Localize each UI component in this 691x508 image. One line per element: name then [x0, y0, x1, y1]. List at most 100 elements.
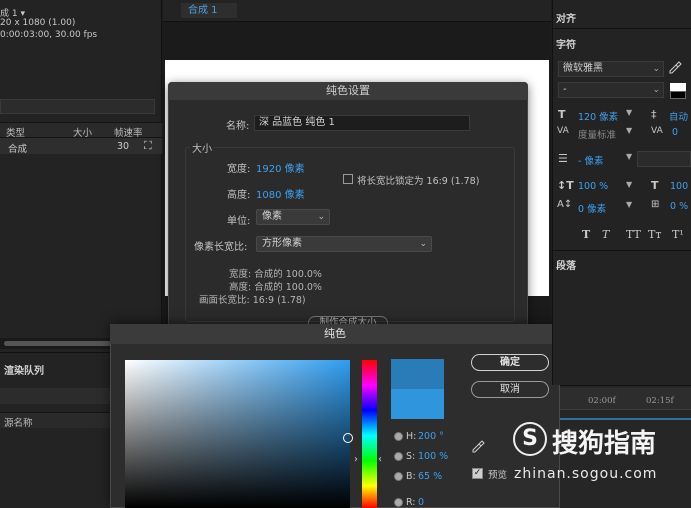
- font-size-icon: T: [558, 108, 566, 121]
- render-queue-tab[interactable]: 渲染队列: [4, 362, 44, 377]
- width-value[interactable]: 1920 像素: [256, 160, 305, 175]
- units-select[interactable]: 像素 ⌄: [256, 209, 330, 225]
- brightness-radio[interactable]: [394, 472, 403, 481]
- original-color-swatch[interactable]: [391, 389, 444, 419]
- solid-name-input[interactable]: 深 品蓝色 纯色 1: [254, 115, 470, 131]
- hue-marker-left-icon[interactable]: ›: [354, 454, 358, 465]
- column-fps[interactable]: 帧速率: [114, 125, 143, 139]
- chevron-down-icon: ⌄: [317, 212, 325, 222]
- tracking-icon: VA: [651, 126, 663, 136]
- stroke-color-swatch[interactable]: [670, 91, 686, 99]
- align-panel-header[interactable]: 对齐: [556, 10, 576, 25]
- saturation-radio[interactable]: [394, 452, 403, 461]
- leading-icon: ‡: [651, 108, 657, 121]
- preview-label: 预览: [488, 470, 508, 481]
- project-search-input[interactable]: [0, 99, 155, 114]
- lock-aspect-label: 将长宽比锁定为 16:9 (1.78): [357, 176, 480, 187]
- height-value[interactable]: 1080 像素: [256, 186, 305, 201]
- small-caps-button[interactable]: Tт: [648, 228, 661, 241]
- stroke-width-icon: ☰: [558, 152, 568, 165]
- kerning-value[interactable]: 度量标准: [578, 127, 616, 141]
- leading-value[interactable]: 自动: [669, 109, 688, 123]
- tab-comp-1[interactable]: 合成 1: [181, 3, 237, 18]
- vertical-scale-icon: ↕T: [557, 179, 574, 192]
- chevron-down-icon: ⌄: [652, 64, 660, 74]
- column-type[interactable]: 类型: [6, 125, 25, 139]
- project-column-header: 类型 大小 帧速率: [0, 122, 162, 139]
- chevron-down-icon[interactable]: ▼: [626, 180, 632, 189]
- row-fps: 30: [117, 141, 130, 152]
- flowchart-icon[interactable]: ⛶: [144, 139, 152, 153]
- horizontal-scale-icon: T: [651, 179, 659, 192]
- hue-marker-right-icon[interactable]: ‹: [378, 454, 382, 465]
- new-color-swatch: [391, 359, 444, 389]
- saturation-value[interactable]: 100 %: [418, 451, 448, 462]
- time-tick: 02:00f: [588, 396, 616, 406]
- baseline-shift-value[interactable]: 0 像素: [578, 201, 606, 215]
- units-label: 单位:: [227, 216, 251, 227]
- red-label: R:: [406, 497, 416, 508]
- eyedropper-icon[interactable]: [668, 61, 682, 78]
- height-label: 高度:: [227, 190, 251, 201]
- fill-color-swatch[interactable]: [670, 83, 686, 91]
- eyedropper-icon[interactable]: [471, 440, 487, 456]
- time-tick: 02:15f: [646, 396, 674, 406]
- work-area-bar[interactable]: [560, 418, 691, 420]
- hue-value[interactable]: 200 °: [418, 431, 444, 442]
- all-caps-button[interactable]: TT: [626, 228, 641, 241]
- preview-checkbox[interactable]: ✓: [472, 468, 483, 479]
- paragraph-panel-header[interactable]: 段落: [556, 257, 576, 272]
- red-radio[interactable]: [394, 498, 403, 507]
- faux-italic-button[interactable]: T: [602, 228, 609, 241]
- brightness-label: B:: [406, 471, 416, 482]
- tsume-value[interactable]: 0 %: [670, 201, 688, 212]
- width-label: 宽度:: [227, 164, 251, 175]
- tracking-value[interactable]: 0: [672, 127, 678, 138]
- hue-label: H:: [406, 431, 417, 442]
- brightness-value[interactable]: 65 %: [418, 471, 442, 482]
- chevron-down-icon: ⌄: [419, 239, 427, 249]
- hue-radio[interactable]: [394, 432, 403, 441]
- chevron-down-icon[interactable]: ▼: [626, 152, 632, 161]
- size-group-label: 大小: [190, 140, 214, 155]
- pixel-aspect-select[interactable]: 方形像素 ⌄: [256, 236, 432, 252]
- lock-aspect-checkbox[interactable]: [343, 174, 353, 184]
- pixel-aspect-value: 方形像素: [262, 238, 302, 249]
- hue-slider[interactable]: [362, 360, 377, 508]
- color-cursor[interactable]: [343, 433, 353, 443]
- saturation-brightness-field[interactable]: [125, 360, 350, 508]
- font-family-select[interactable]: 微软雅黑 ⌄: [558, 61, 664, 77]
- chevron-down-icon[interactable]: ▼: [626, 200, 632, 209]
- comp-info-size: 20 x 1080 (1.00): [0, 18, 76, 28]
- cancel-button[interactable]: 取消: [471, 381, 549, 398]
- table-row[interactable]: 合成 30 ⛶: [0, 138, 162, 155]
- baseline-shift-icon: A↕: [557, 199, 573, 210]
- project-panel: [0, 0, 162, 352]
- character-panel-header[interactable]: 字符: [556, 36, 576, 51]
- sogou-logo: S: [513, 422, 547, 456]
- red-value[interactable]: 0: [418, 497, 424, 508]
- info-height: 高度: 合成的 100.0%: [229, 282, 322, 293]
- font-size-value[interactable]: 120 像素: [578, 109, 618, 123]
- ok-button[interactable]: 确定: [471, 354, 549, 371]
- kerning-icon: VA: [557, 126, 569, 136]
- scroll-thumb[interactable]: [4, 341, 124, 346]
- render-queue-bar: [0, 388, 110, 404]
- chevron-down-icon[interactable]: ▼: [626, 108, 632, 117]
- units-value: 像素: [262, 211, 282, 222]
- horizontal-scale-value[interactable]: 100: [670, 181, 688, 192]
- column-size[interactable]: 大小: [73, 125, 92, 139]
- source-name-label: 源名称: [4, 418, 33, 429]
- tsume-icon: ⊞: [651, 199, 660, 210]
- character-panel: [552, 0, 691, 385]
- name-label: 名称:: [226, 121, 250, 132]
- vertical-scale-value[interactable]: 100 %: [578, 181, 608, 192]
- stroke-width-value[interactable]: - 像素: [578, 153, 603, 167]
- watermark-brand: 搜狗指南: [552, 429, 657, 459]
- stroke-type-select[interactable]: [637, 151, 691, 167]
- font-family-value: 微软雅黑: [563, 63, 603, 74]
- chevron-down-icon[interactable]: ▼: [626, 126, 632, 135]
- faux-bold-button[interactable]: T: [582, 228, 590, 241]
- font-style-select[interactable]: - ⌄: [558, 82, 664, 98]
- superscript-button[interactable]: T¹: [672, 228, 684, 241]
